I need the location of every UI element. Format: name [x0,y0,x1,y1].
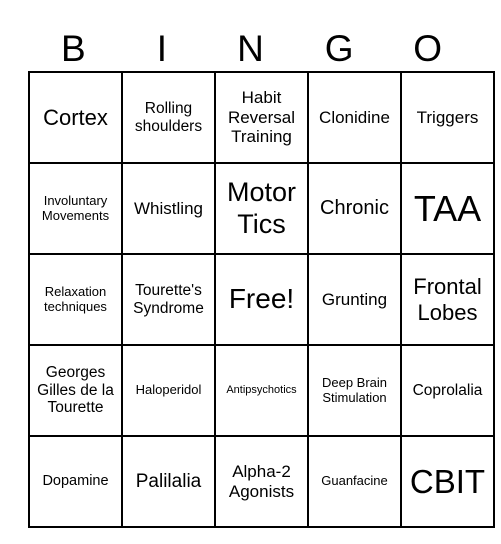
bingo-cell[interactable]: Frontal Lobes [400,253,495,346]
bingo-cell[interactable]: Guanfacine [307,435,402,528]
bingo-cell[interactable]: Tourette's Syndrome [121,253,216,346]
bingo-cell[interactable]: Palilalia [121,435,216,528]
bingo-cell[interactable]: Grunting [307,253,402,346]
header-letter-b: B [60,28,86,69]
bingo-cell[interactable]: Georges Gilles de la Tourette [28,344,123,437]
bingo-cell[interactable]: Relaxation techniques [28,253,123,346]
grid-row: Georges Gilles de la Tourette Haloperido… [28,344,495,437]
bingo-cell[interactable]: Clonidine [307,71,402,164]
bingo-grid: Cortex Rolling shoulders Habit Reversal … [28,71,495,528]
grid-row: Dopamine Palilalia Alpha-2 Agonists Guan… [28,435,495,528]
grid-row: Relaxation techniques Tourette's Syndrom… [28,253,495,346]
grid-row: Cortex Rolling shoulders Habit Reversal … [28,71,495,164]
bingo-cell[interactable]: Triggers [400,71,495,164]
bingo-cell[interactable]: TAA [400,162,495,255]
bingo-cell[interactable]: Habit Reversal Training [214,71,309,164]
bingo-cell[interactable]: Dopamine [28,435,123,528]
bingo-cell[interactable]: Whistling [121,162,216,255]
bingo-cell[interactable]: Deep Brain Stimulation [307,344,402,437]
header-letter-n: N [237,28,264,69]
free-space-cell[interactable]: Free! [214,253,309,346]
bingo-header: B I N G O [29,28,472,70]
bingo-cell[interactable]: Haloperidol [121,344,216,437]
header-letter-g: G [324,28,354,69]
bingo-cell[interactable]: Cortex [28,71,123,164]
bingo-cell[interactable]: Rolling shoulders [121,71,216,164]
bingo-cell[interactable]: Coprolalia [400,344,495,437]
bingo-cell[interactable]: Chronic [307,162,402,255]
header-letter-o: O [413,28,443,69]
bingo-cell[interactable]: CBIT [400,435,495,528]
bingo-cell[interactable]: Motor Tics [214,162,309,255]
grid-row: Involuntary Movements Whistling Motor Ti… [28,162,495,255]
bingo-cell[interactable]: Alpha-2 Agonists [214,435,309,528]
bingo-cell[interactable]: Antipsychotics [214,344,309,437]
bingo-cell[interactable]: Involuntary Movements [28,162,123,255]
header-letter-i: I [156,28,168,69]
